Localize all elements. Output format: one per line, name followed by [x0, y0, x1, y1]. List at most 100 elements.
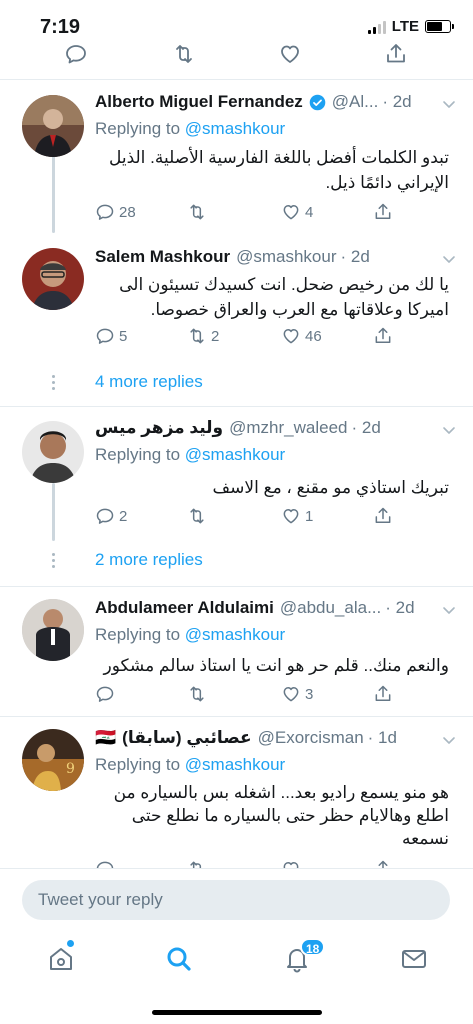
share-icon[interactable] [384, 42, 408, 66]
svg-text:9: 9 [66, 761, 75, 777]
network-label: LTE [391, 18, 419, 35]
chevron-down-icon[interactable] [441, 251, 457, 267]
tweet-time: · 2d [340, 247, 370, 266]
notifications-badge: 18 [300, 938, 326, 956]
like-count: 4 [305, 203, 314, 221]
avatar[interactable] [22, 599, 84, 661]
previous-tweet-actions [0, 38, 473, 80]
signal-icon [367, 20, 386, 34]
display-name[interactable]: Salem Mashkour [95, 247, 230, 267]
chevron-down-icon[interactable] [441, 422, 457, 438]
thread-line [52, 153, 55, 233]
share-button[interactable] [373, 859, 393, 868]
reply-button[interactable]: 5 [95, 326, 127, 346]
avatar[interactable]: 9 [22, 729, 84, 791]
reply-thread: Alberto Miguel Fernandez @Al... · 2d Rep… [0, 81, 473, 407]
like-count: 3 [305, 685, 314, 703]
reply-icon [95, 859, 115, 868]
chevron-down-icon[interactable] [441, 732, 457, 748]
avatar[interactable] [22, 95, 84, 157]
display-name[interactable]: عصائبي (سابقا) [122, 728, 251, 748]
tweet-header: 🇮🇶 عصائبي (سابقا) @Exorcisman · 1d [95, 728, 459, 748]
replying-to: Replying to @smashkour [95, 755, 286, 774]
avatar[interactable] [22, 421, 84, 483]
heart-icon [281, 684, 301, 704]
replying-to: Replying to @smashkour [95, 625, 286, 644]
tweet-time: · 1d [367, 728, 397, 747]
reply-button[interactable]: 28 [95, 202, 136, 222]
like-button[interactable]: 1 [281, 506, 313, 526]
share-icon [373, 506, 393, 526]
share-icon [373, 326, 393, 346]
display-name[interactable]: وليد مزهر ميس [95, 418, 223, 438]
retweet-icon[interactable] [172, 42, 196, 66]
retweet-button[interactable] [187, 506, 211, 526]
reply-input[interactable] [22, 880, 450, 920]
reply-tweet: وليد مزهر ميس @mzhr_waleed · 2d Replying… [0, 407, 473, 587]
tweet-actions [95, 859, 395, 868]
reply-icon [95, 684, 115, 704]
retweet-button[interactable] [187, 859, 207, 868]
reply-button[interactable] [95, 684, 119, 704]
like-button[interactable]: 4 [281, 202, 313, 222]
reply-count: 5 [119, 327, 128, 345]
mail-icon[interactable] [399, 944, 429, 974]
thread-line [52, 483, 55, 541]
battery-icon [425, 20, 454, 33]
user-handle: @Exorcisman [257, 728, 364, 747]
display-name[interactable]: Abdulameer Aldulaimi [95, 598, 274, 618]
reply-tweet: Abdulameer Aldulaimi @abdu_ala... · 2d R… [0, 587, 473, 717]
mention-link[interactable]: @smashkour [185, 445, 285, 464]
retweet-icon [187, 506, 207, 526]
search-icon[interactable] [164, 944, 194, 974]
share-icon [373, 859, 393, 868]
retweet-icon [187, 859, 207, 868]
avatar[interactable] [22, 248, 84, 310]
share-button[interactable] [373, 506, 393, 526]
tweet-actions: 3 [95, 684, 395, 708]
reply-button[interactable] [95, 859, 115, 868]
more-replies-link[interactable]: 4 more replies [95, 372, 203, 392]
retweet-button[interactable]: 2 [187, 326, 219, 346]
share-button[interactable] [373, 202, 393, 222]
like-button[interactable]: 3 [281, 684, 313, 704]
chevron-down-icon[interactable] [441, 96, 457, 112]
bottom-tab-bar: 18 [0, 936, 473, 1024]
display-name[interactable]: Alberto Miguel Fernandez [95, 92, 303, 112]
more-replies-link[interactable]: 2 more replies [95, 550, 203, 570]
share-button[interactable] [373, 326, 393, 346]
reply-tweet: 9 🇮🇶 عصائبي (سابقا) @Exorcisman · 1d Rep… [0, 717, 473, 868]
retweet-button[interactable] [187, 684, 211, 704]
share-icon [373, 202, 393, 222]
like-button[interactable]: 46 [281, 326, 322, 346]
like-button[interactable] [281, 859, 301, 868]
tweet-time: · 2d [385, 598, 415, 617]
like-count: 1 [305, 507, 314, 525]
retweet-icon [187, 202, 207, 222]
share-button[interactable] [373, 684, 393, 704]
mention-link[interactable]: @smashkour [185, 755, 285, 774]
heart-icon [281, 859, 301, 868]
chevron-down-icon[interactable] [441, 602, 457, 618]
tweet-actions: 2 1 [95, 506, 395, 530]
replying-to: Replying to @smashkour [95, 445, 286, 464]
reply-icon[interactable] [64, 42, 88, 66]
retweet-button[interactable] [187, 202, 211, 222]
tweet-text: هو منو يسمع راديو بعد... اشغله بس بالسيا… [113, 783, 449, 848]
reply-icon [95, 506, 115, 526]
more-replies-dots [52, 375, 55, 393]
tweet-text: تبدو الكلمات أفضل باللغة الفارسية الأصلي… [108, 148, 449, 192]
reply-count: 2 [119, 507, 128, 525]
reply-icon [95, 326, 115, 346]
like-count: 46 [305, 327, 322, 345]
reply-button[interactable]: 2 [95, 506, 127, 526]
home-icon[interactable] [46, 944, 76, 974]
mention-link[interactable]: @smashkour [185, 119, 285, 138]
more-replies-dots [52, 553, 55, 571]
heart-icon[interactable] [278, 42, 302, 66]
mention-link[interactable]: @smashkour [185, 625, 285, 644]
user-handle: @smashkour [236, 247, 337, 266]
tweet-time: · 2d [382, 92, 412, 111]
verified-badge-icon [309, 94, 326, 110]
tweet-header: وليد مزهر ميس @mzhr_waleed · 2d [95, 418, 459, 438]
